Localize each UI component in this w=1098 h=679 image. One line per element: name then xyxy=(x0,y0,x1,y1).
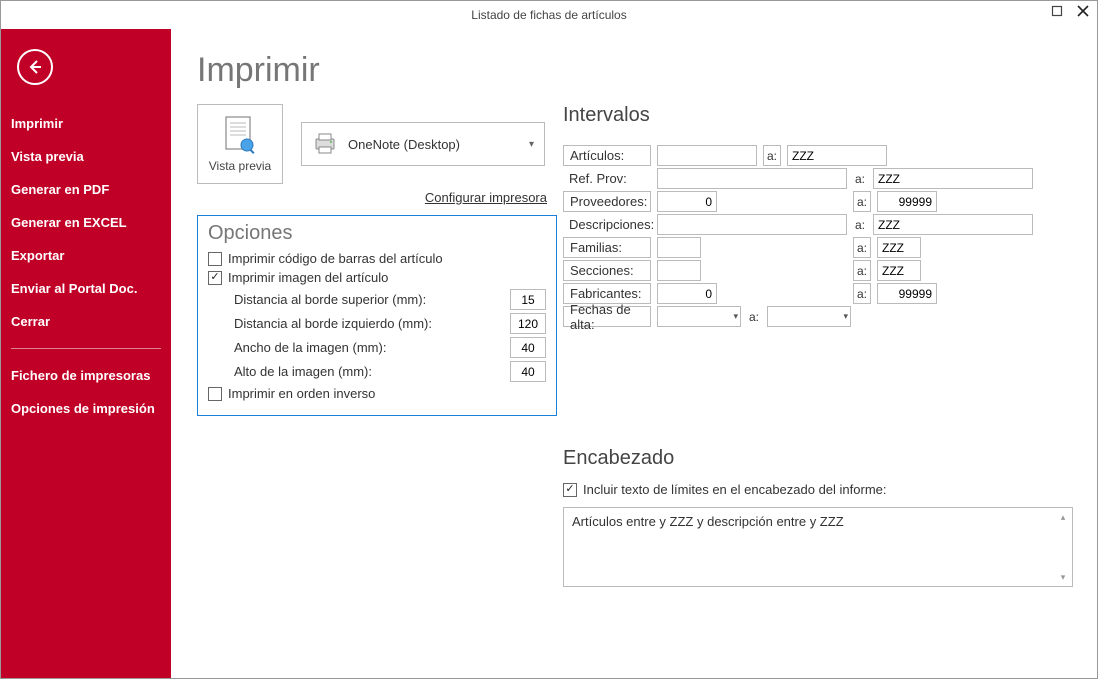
iv-sec-to[interactable] xyxy=(877,260,921,281)
iv-a-label-6: a: xyxy=(853,260,871,281)
encabezado-title: Encabezado xyxy=(563,447,1075,470)
titlebar: Listado de fichas de artículos xyxy=(1,1,1097,29)
dist-sup-input[interactable] xyxy=(510,289,546,310)
printer-selected-label: OneNote (Desktop) xyxy=(348,137,460,152)
iv-articulos-from[interactable] xyxy=(657,145,757,166)
dist-sup-label: Distancia al borde superior (mm): xyxy=(234,292,510,307)
vista-previa-button[interactable]: Vista previa xyxy=(197,104,283,184)
encabezado-text: Artículos entre y ZZZ y descripción entr… xyxy=(572,514,844,529)
sidebar-item-vista-previa[interactable]: Vista previa xyxy=(1,140,171,173)
sidebar-item-fichero-impresoras[interactable]: Fichero de impresoras xyxy=(1,359,171,392)
encabezado-textarea[interactable]: Artículos entre y ZZZ y descripción entr… xyxy=(563,507,1073,587)
window-title: Listado de fichas de artículos xyxy=(471,8,626,22)
sidebar-divider xyxy=(11,348,161,349)
iv-desc-label: Descripciones: xyxy=(563,214,651,235)
config-printer-link[interactable]: Configurar impresora xyxy=(425,190,547,205)
checkbox-codigo-barras[interactable] xyxy=(208,252,222,266)
iv-sec-from[interactable] xyxy=(657,260,701,281)
sidebar-item-exportar[interactable]: Exportar xyxy=(1,239,171,272)
page-title: Imprimir xyxy=(197,51,1075,90)
opciones-title: Opciones xyxy=(208,222,546,245)
iv-a-label-8: a: xyxy=(747,306,761,327)
ancho-input[interactable] xyxy=(510,337,546,358)
alto-input[interactable] xyxy=(510,361,546,382)
iv-refprov-label: Ref. Prov: xyxy=(563,168,651,189)
sidebar-item-generar-excel[interactable]: Generar en EXCEL xyxy=(1,206,171,239)
iv-desc-to[interactable] xyxy=(873,214,1033,235)
iv-refprov-to[interactable] xyxy=(873,168,1033,189)
iv-prov-from[interactable] xyxy=(657,191,717,212)
iv-a-label: a: xyxy=(763,145,781,166)
iv-fam-to[interactable] xyxy=(877,237,921,258)
dist-izq-input[interactable] xyxy=(510,313,546,334)
checkbox-imagen[interactable] xyxy=(208,271,222,285)
sidebar-item-imprimir[interactable]: Imprimir xyxy=(1,107,171,140)
sidebar-item-generar-pdf[interactable]: Generar en PDF xyxy=(1,173,171,206)
vista-previa-label: Vista previa xyxy=(209,159,271,173)
checkbox-imagen-label: Imprimir imagen del artículo xyxy=(228,270,388,285)
checkbox-incluir-limites-label: Incluir texto de límites en el encabezad… xyxy=(583,482,887,497)
dist-izq-label: Distancia al borde izquierdo (mm): xyxy=(234,316,510,331)
iv-fab-to[interactable] xyxy=(877,283,937,304)
iv-fam-label: Familias: xyxy=(563,237,651,258)
sidebar-item-enviar-portal[interactable]: Enviar al Portal Doc. xyxy=(1,272,171,305)
close-icon[interactable] xyxy=(1075,3,1091,19)
scroll-down-icon[interactable]: ▾ xyxy=(1056,570,1070,584)
iv-prov-to[interactable] xyxy=(877,191,937,212)
intervalos-panel: Artículos: a: Ref. Prov: a: xyxy=(563,139,1075,327)
printer-icon xyxy=(312,133,338,155)
iv-fam-from[interactable] xyxy=(657,237,701,258)
iv-articulos-to[interactable] xyxy=(787,145,887,166)
chevron-down-icon: ▾ xyxy=(733,311,738,322)
iv-a-label-3: a: xyxy=(853,191,871,212)
encabezado-panel: Encabezado Incluir texto de límites en e… xyxy=(563,447,1075,587)
back-button[interactable] xyxy=(17,49,53,85)
iv-desc-from[interactable] xyxy=(657,214,847,235)
sidebar-item-opciones-impresion[interactable]: Opciones de impresión xyxy=(1,392,171,425)
iv-fab-from[interactable] xyxy=(657,283,717,304)
checkbox-orden-inverso[interactable] xyxy=(208,387,222,401)
iv-a-label-2: a: xyxy=(853,168,867,189)
ancho-label: Ancho de la imagen (mm): xyxy=(234,340,510,355)
printer-selector[interactable]: OneNote (Desktop) ▾ xyxy=(301,122,545,166)
iv-sec-label: Secciones: xyxy=(563,260,651,281)
iv-a-label-4: a: xyxy=(853,214,867,235)
checkbox-codigo-barras-label: Imprimir código de barras del artículo xyxy=(228,251,443,266)
iv-fechas-from[interactable]: ▾ xyxy=(657,306,741,327)
sidebar-item-cerrar[interactable]: Cerrar xyxy=(1,305,171,338)
maximize-icon[interactable] xyxy=(1049,3,1065,19)
iv-refprov-from[interactable] xyxy=(657,168,847,189)
scroll-up-icon[interactable]: ▴ xyxy=(1056,510,1070,524)
iv-prov-label: Proveedores: xyxy=(563,191,651,212)
chevron-down-icon: ▾ xyxy=(843,311,848,322)
opciones-panel: Opciones Imprimir código de barras del a… xyxy=(197,215,557,416)
chevron-down-icon: ▾ xyxy=(529,139,534,150)
iv-fechas-label: Fechas de alta: xyxy=(563,306,651,327)
document-preview-icon xyxy=(222,115,258,155)
iv-fechas-to[interactable]: ▾ xyxy=(767,306,851,327)
checkbox-orden-inverso-label: Imprimir en orden inverso xyxy=(228,386,375,401)
iv-a-label-7: a: xyxy=(853,283,871,304)
intervalos-title: Intervalos xyxy=(563,104,1075,127)
checkbox-incluir-limites[interactable] xyxy=(563,483,577,497)
iv-a-label-5: a: xyxy=(853,237,871,258)
iv-articulos-label: Artículos: xyxy=(563,145,651,166)
alto-label: Alto de la imagen (mm): xyxy=(234,364,510,379)
sidebar: Imprimir Vista previa Generar en PDF Gen… xyxy=(1,29,171,678)
